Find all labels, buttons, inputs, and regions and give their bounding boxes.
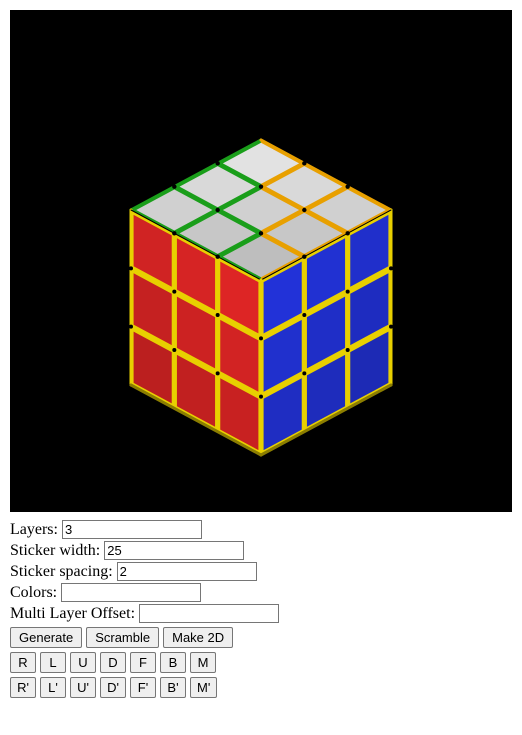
move-l-button[interactable]: L (40, 652, 66, 673)
sticker-spacing-input[interactable] (117, 562, 257, 581)
controls-panel: Layers: Sticker width: Sticker spacing: … (0, 516, 522, 712)
rubiks-cube-render (10, 10, 512, 512)
move-m-button[interactable]: M (190, 652, 216, 673)
scramble-button[interactable]: Scramble (86, 627, 159, 648)
move-f-button[interactable]: F (130, 652, 156, 673)
sticker-spacing-label: Sticker spacing: (10, 563, 113, 581)
move-up-button[interactable]: U' (70, 677, 96, 698)
layers-label: Layers: (10, 521, 58, 539)
sticker-width-input[interactable] (104, 541, 244, 560)
move-r-button[interactable]: R (10, 652, 36, 673)
make-2d-button[interactable]: Make 2D (163, 627, 233, 648)
layers-input[interactable] (62, 520, 202, 539)
multi-layer-offset-label: Multi Layer Offset: (10, 605, 135, 623)
move-d-button[interactable]: D (100, 652, 126, 673)
sticker-width-label: Sticker width: (10, 542, 100, 560)
move-lp-button[interactable]: L' (40, 677, 66, 698)
generate-button[interactable]: Generate (10, 627, 82, 648)
colors-label: Colors: (10, 584, 57, 602)
move-dp-button[interactable]: D' (100, 677, 126, 698)
colors-input[interactable] (61, 583, 201, 602)
move-fp-button[interactable]: F' (130, 677, 156, 698)
move-bp-button[interactable]: B' (160, 677, 186, 698)
move-mp-button[interactable]: M' (190, 677, 217, 698)
move-b-button[interactable]: B (160, 652, 186, 673)
cube-canvas[interactable] (10, 10, 512, 512)
multi-layer-offset-input[interactable] (139, 604, 279, 623)
move-u-button[interactable]: U (70, 652, 96, 673)
move-rp-button[interactable]: R' (10, 677, 36, 698)
